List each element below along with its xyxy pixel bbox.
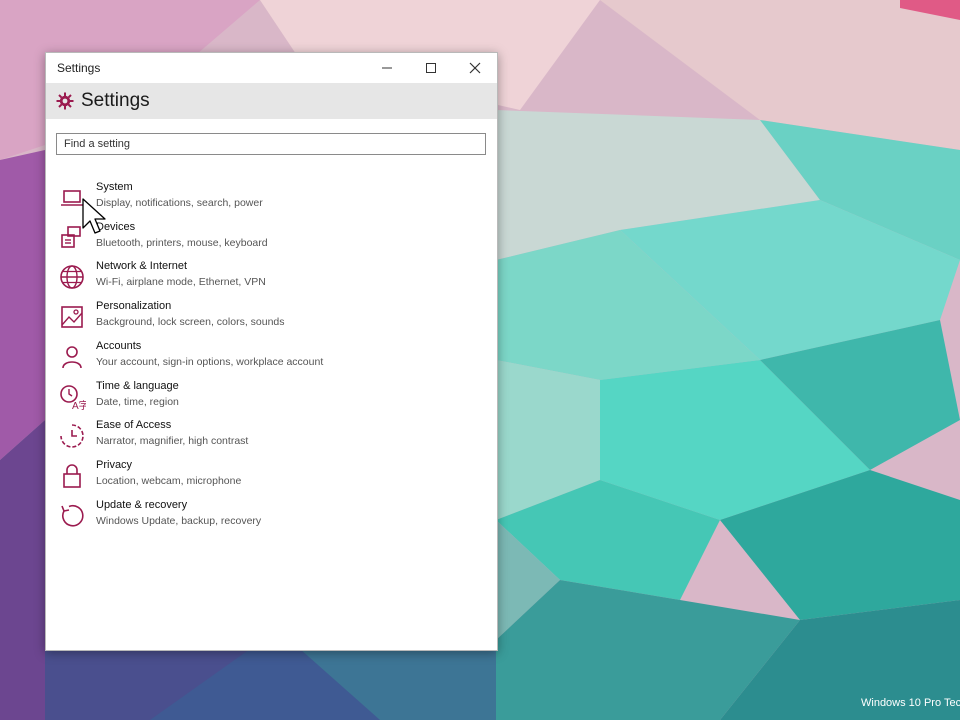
- search-input[interactable]: [57, 134, 485, 154]
- title-bar[interactable]: Settings: [46, 53, 497, 83]
- category-name: Accounts: [96, 340, 142, 352]
- minimize-icon: [382, 67, 392, 69]
- category-description: Date, time, region: [96, 396, 179, 408]
- category-name: Time & language: [96, 380, 179, 392]
- close-icon: [469, 62, 481, 74]
- category-accounts[interactable]: Accounts Your account, sign-in options, …: [54, 340, 474, 378]
- refresh-icon: [61, 505, 84, 527]
- page-title: Settings: [81, 90, 150, 111]
- category-description: Wi-Fi, airplane mode, Ethernet, VPN: [96, 276, 266, 288]
- category-name: Update & recovery: [96, 499, 188, 511]
- lock-icon: [63, 464, 81, 488]
- clock-language-icon: A字: [60, 385, 86, 411]
- ease-of-access-icon: [60, 424, 84, 448]
- category-update-recovery[interactable]: Update & recovery Windows Update, backup…: [54, 499, 474, 537]
- category-description: Location, webcam, microphone: [96, 475, 242, 487]
- close-button[interactable]: [453, 53, 497, 83]
- category-devices[interactable]: Devices Bluetooth, printers, mouse, keyb…: [54, 221, 474, 259]
- category-name: Network & Internet: [96, 260, 188, 272]
- category-system[interactable]: System Display, notifications, search, p…: [54, 181, 474, 219]
- category-name: Privacy: [96, 459, 133, 471]
- picture-icon: [61, 306, 83, 328]
- category-description: Display, notifications, search, power: [96, 197, 263, 209]
- settings-header: Settings: [46, 83, 497, 119]
- maximize-button[interactable]: [409, 53, 453, 83]
- category-privacy[interactable]: Privacy Location, webcam, microphone: [54, 459, 474, 497]
- category-time-language[interactable]: A字 Time & language Date, time, region: [54, 380, 474, 418]
- category-description: Background, lock screen, colors, sounds: [96, 316, 285, 328]
- mouse-cursor-icon: [82, 198, 106, 234]
- category-description: Bluetooth, printers, mouse, keyboard: [96, 237, 268, 249]
- category-name: System: [96, 181, 133, 193]
- minimize-button[interactable]: [365, 53, 409, 83]
- person-icon: [62, 346, 82, 369]
- gear-icon: [56, 92, 74, 110]
- category-ease-of-access[interactable]: Ease of Access Narrator, magnifier, high…: [54, 419, 474, 457]
- settings-window: Settings Settings Find a setting System …: [45, 52, 498, 651]
- category-name: Personalization: [96, 300, 172, 312]
- svg-text:A字: A字: [72, 399, 86, 411]
- window-title: Settings: [57, 61, 101, 75]
- windows-edition-watermark: Windows 10 Pro Tech: [861, 697, 960, 709]
- category-description: Windows Update, backup, recovery: [96, 515, 262, 527]
- category-network-internet[interactable]: Network & Internet Wi-Fi, airplane mode,…: [54, 260, 474, 298]
- search-box[interactable]: [56, 133, 486, 155]
- category-name: Ease of Access: [96, 419, 172, 431]
- category-description: Narrator, magnifier, high contrast: [96, 435, 249, 447]
- category-description: Your account, sign-in options, workplace…: [96, 356, 324, 368]
- maximize-icon: [426, 63, 436, 73]
- globe-icon: [60, 265, 84, 289]
- category-personalization[interactable]: Personalization Background, lock screen,…: [54, 300, 474, 338]
